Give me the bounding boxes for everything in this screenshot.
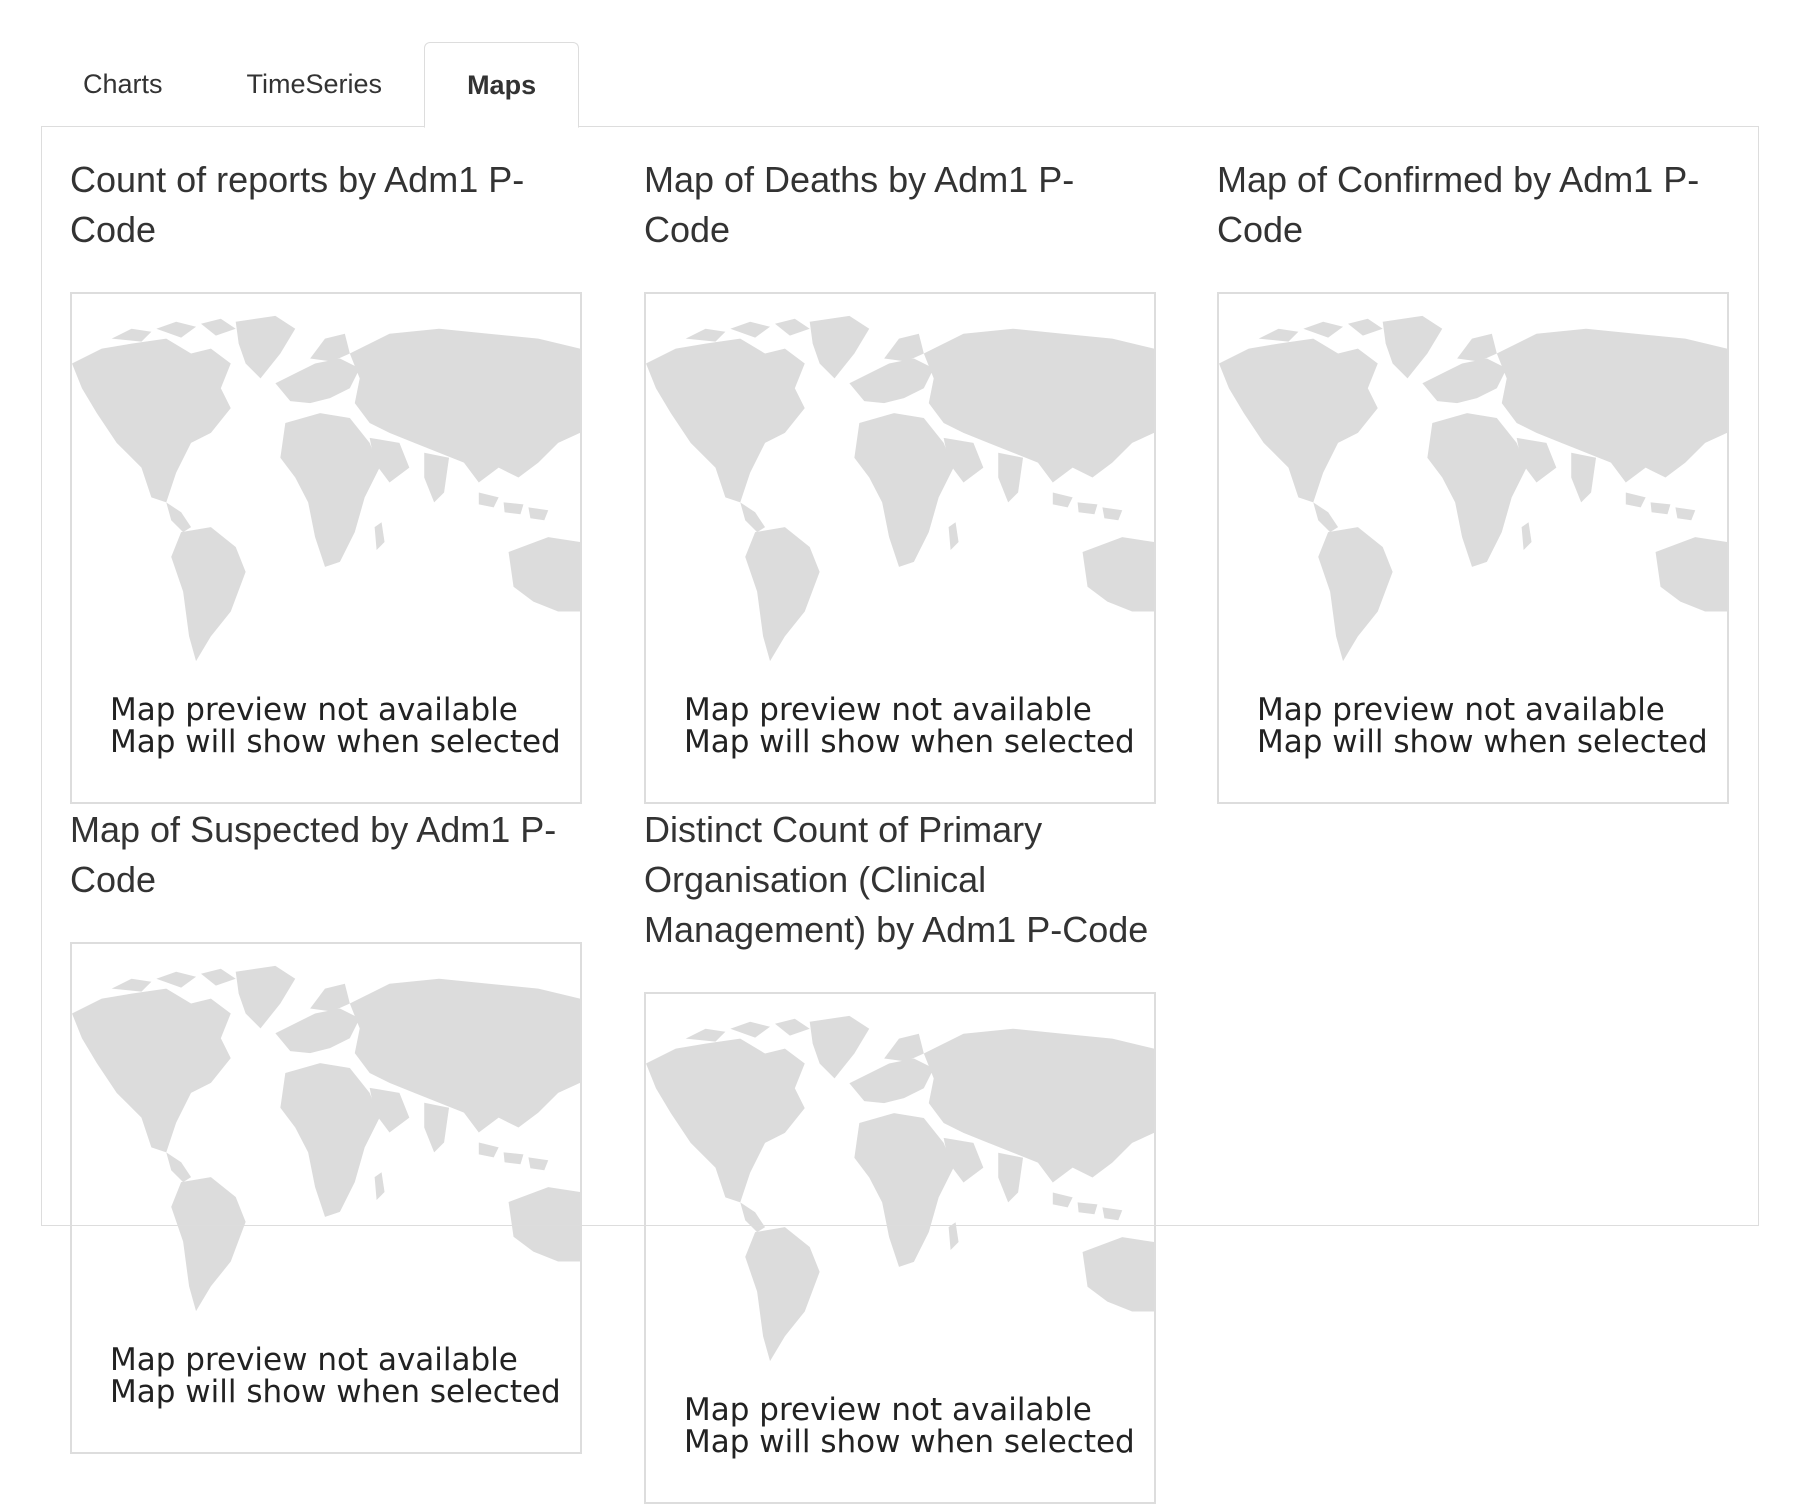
preview-message: Map preview not available Map will show … xyxy=(110,1344,561,1408)
maps-panel xyxy=(41,126,1759,1226)
preview-line-1: Map preview not available xyxy=(684,1392,1092,1428)
tab-charts[interactable]: Charts xyxy=(41,42,205,127)
preview-line-2: Map will show when selected xyxy=(110,1374,561,1410)
tab-bar: Charts TimeSeries Maps xyxy=(41,42,580,128)
preview-line-1: Map preview not available xyxy=(110,1342,518,1378)
tab-timeseries[interactable]: TimeSeries xyxy=(205,42,425,127)
preview-message: Map preview not available Map will show … xyxy=(684,1394,1135,1458)
tab-maps[interactable]: Maps xyxy=(424,42,580,128)
preview-line-2: Map will show when selected xyxy=(684,1424,1135,1460)
